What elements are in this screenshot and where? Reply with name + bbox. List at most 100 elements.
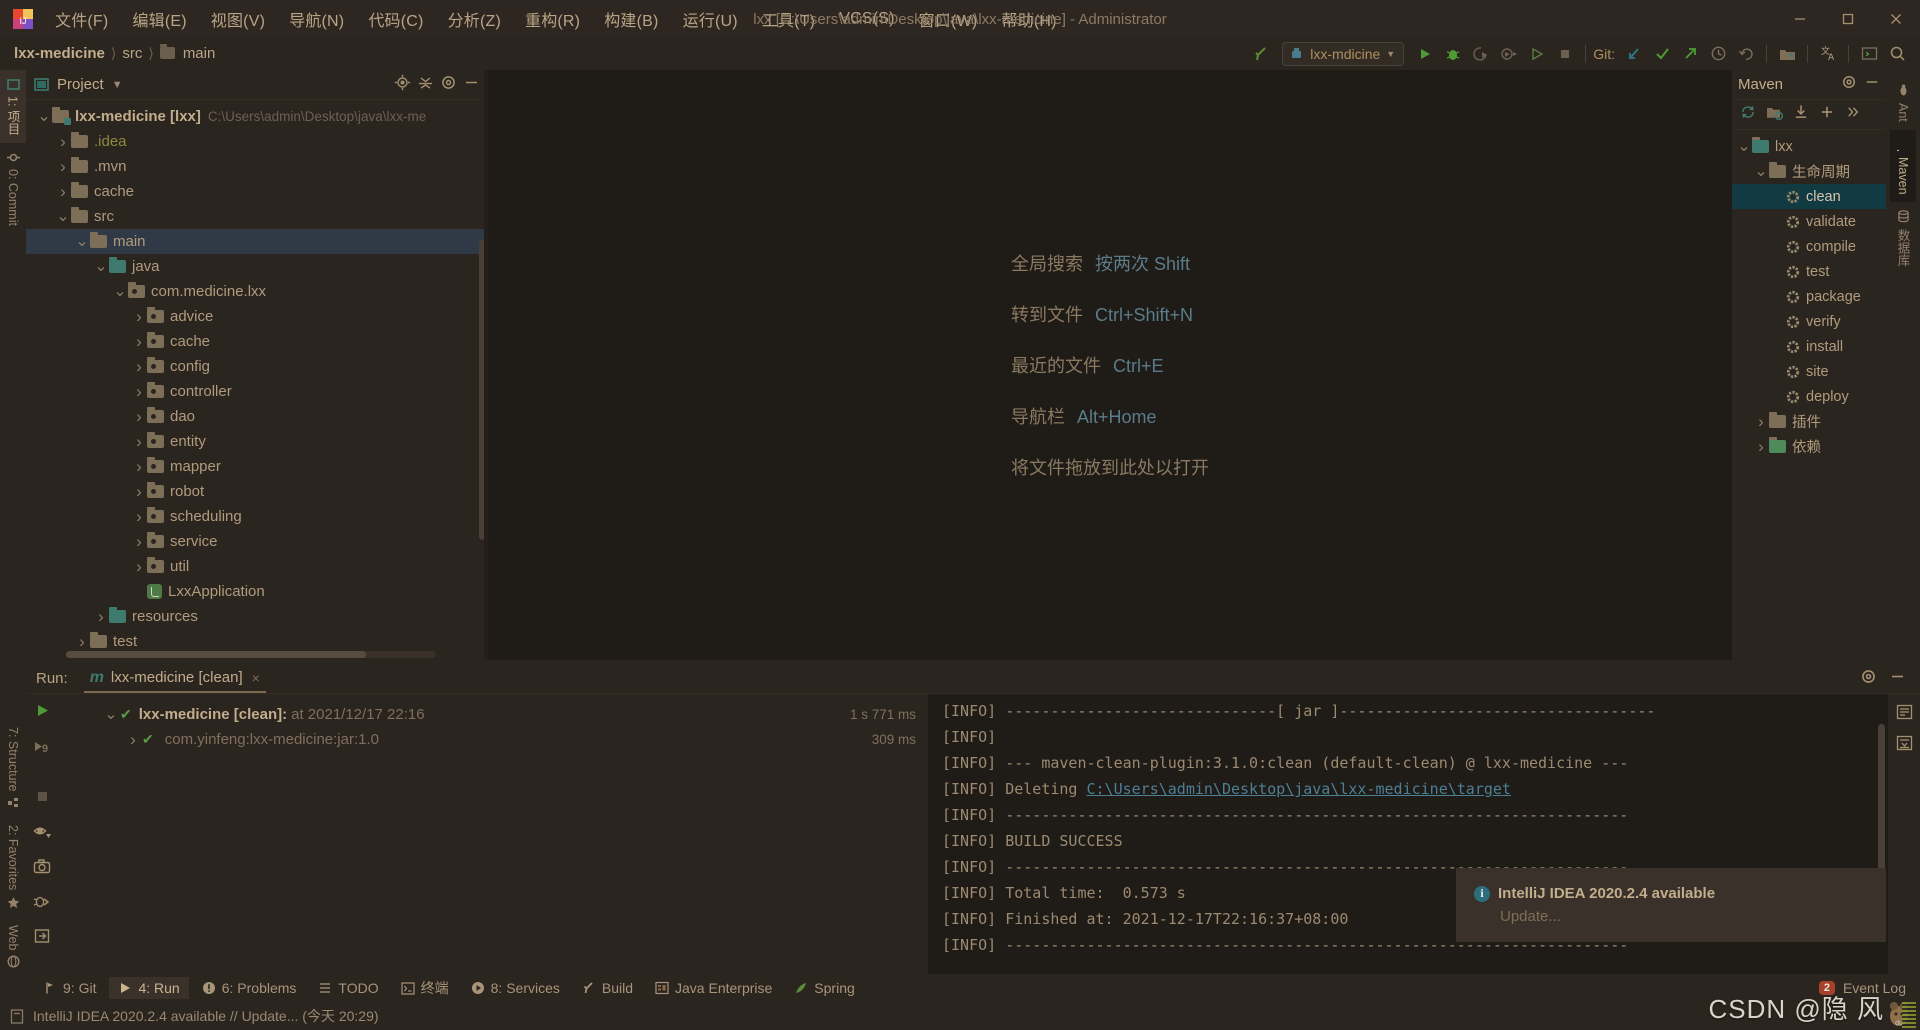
expand-arrow-right-icon[interactable]: › (1753, 437, 1769, 456)
project-tree-row[interactable]: ⌄ com.medicine.lxx (26, 279, 488, 304)
maximize-button[interactable] (1824, 0, 1872, 38)
run-tab-lxx-medicine-clean[interactable]: m lxx-medicine [clean] × (83, 664, 266, 693)
maven-tree-row[interactable]: verify (1732, 309, 1886, 334)
tool-tab-web[interactable]: Web (2, 917, 24, 976)
expand-arrow-down-icon[interactable]: ⌄ (112, 283, 128, 300)
close-button[interactable] (1872, 0, 1920, 38)
expand-arrow-right-icon[interactable]: › (131, 532, 147, 551)
maven-tree-row[interactable]: › 插件 (1732, 409, 1886, 434)
stop-button[interactable] (34, 788, 51, 810)
breadcrumb-src[interactable]: src (122, 45, 142, 62)
rerun-button[interactable] (34, 702, 51, 724)
tool-button-run[interactable]: 4: Run (109, 977, 189, 999)
attach-button[interactable] (1524, 41, 1550, 67)
download-sources-icon[interactable] (1793, 104, 1809, 125)
history-icon[interactable] (1705, 41, 1731, 67)
hide-icon[interactable] (463, 74, 480, 96)
close-icon[interactable]: × (252, 670, 260, 686)
run-configuration-selector[interactable]: lxx-mdicine ▼ (1282, 41, 1405, 66)
expand-arrow-right-icon[interactable]: › (131, 457, 147, 476)
collapse-all-icon[interactable] (417, 74, 434, 96)
notification-update-link[interactable]: Update... (1500, 908, 1886, 925)
editor-empty-area[interactable]: 全局搜索 按两次 Shift 转到文件 Ctrl+Shift+N 最近的文件 C… (488, 70, 1732, 660)
memory-indicator[interactable] (1902, 1002, 1916, 1030)
project-tree-row[interactable]: › dao (26, 404, 488, 429)
project-tree-row[interactable]: › .idea (26, 129, 488, 154)
rerun-failed-icon[interactable]: 9 (33, 738, 52, 760)
expand-arrow-right-icon[interactable]: › (131, 332, 147, 351)
project-tree-row[interactable]: › advice (26, 304, 488, 329)
project-tree-row[interactable]: › service (26, 529, 488, 554)
menu-item-edit[interactable]: 编辑(E) (121, 3, 197, 35)
debug-bug-icon[interactable] (33, 893, 51, 914)
tool-tab-database[interactable]: 数据库 (1888, 202, 1919, 275)
tool-button-java-enterprise[interactable]: Java Enterprise (646, 977, 781, 999)
expand-arrow-right-icon[interactable]: › (131, 382, 147, 401)
search-icon[interactable] (1884, 41, 1910, 67)
expand-arrow-right-icon[interactable]: › (131, 507, 147, 526)
menu-item-build[interactable]: 构建(B) (593, 3, 669, 35)
expand-arrow-down-icon[interactable]: ⌄ (1736, 138, 1752, 155)
menu-item-analyze[interactable]: 分析(Z) (437, 3, 512, 35)
menu-item-view[interactable]: 视图(V) (200, 3, 276, 35)
maven-tree-row[interactable]: ⌄ 生命周期 (1732, 159, 1886, 184)
project-structure-icon[interactable] (1774, 41, 1800, 67)
maven-tree-row[interactable]: › 依赖 (1732, 434, 1886, 459)
menu-item-refactor[interactable]: 重构(R) (514, 3, 591, 35)
tool-tab-project[interactable]: 1: 项目 (0, 70, 27, 143)
project-tree-row[interactable]: › scheduling (26, 504, 488, 529)
expand-arrow-down-icon[interactable]: ⌄ (55, 208, 71, 225)
project-tree-row[interactable]: LxxApplication (26, 579, 488, 604)
run-result-row[interactable]: ⌄ ✔ lxx-medicine [clean]: at 2021/12/17 22:… (58, 702, 928, 727)
project-tree-row[interactable]: › robot (26, 479, 488, 504)
project-tree-row[interactable]: › config (26, 354, 488, 379)
toggle-visibility-icon[interactable] (33, 824, 52, 845)
breadcrumb-main[interactable]: main (183, 45, 216, 62)
maven-tree-row[interactable]: ⌄ lxx (1732, 134, 1886, 159)
project-tree-row[interactable]: › cache (26, 329, 488, 354)
maven-tree-row[interactable]: install (1732, 334, 1886, 359)
status-bar-message[interactable]: IntelliJ IDEA 2020.2.4 available // Upda… (33, 1006, 379, 1026)
project-tree-row[interactable]: › entity (26, 429, 488, 454)
tool-tab-commit[interactable]: 0: Commit (2, 143, 24, 234)
expand-arrow-right-icon[interactable]: › (131, 357, 147, 376)
maven-tree-row[interactable]: validate (1732, 209, 1886, 234)
tool-button-spring[interactable]: Spring (785, 977, 863, 999)
more-icon[interactable] (1845, 104, 1861, 125)
hide-icon[interactable] (1889, 668, 1906, 690)
export-icon[interactable] (34, 928, 51, 949)
tool-button-problems[interactable]: 6: Problems (193, 977, 306, 999)
maven-tree-row[interactable]: deploy (1732, 384, 1886, 409)
expand-arrow-down-icon[interactable]: ⌄ (1753, 163, 1769, 180)
project-tree-scrollbar-horizontal[interactable] (66, 651, 436, 658)
project-tree-row[interactable]: ⌄ main (26, 229, 488, 254)
maven-tree-row[interactable]: clean (1732, 184, 1886, 209)
minimize-button[interactable] (1776, 0, 1824, 38)
gear-icon[interactable] (440, 74, 457, 96)
plus-icon[interactable] (1819, 104, 1835, 125)
gear-icon[interactable] (1860, 668, 1877, 690)
expand-arrow-down-icon[interactable]: ⌄ (74, 233, 90, 250)
expand-arrow-right-icon[interactable]: › (1753, 412, 1769, 431)
scroll-to-end-icon[interactable] (1896, 735, 1913, 756)
maven-tree-row[interactable]: test (1732, 259, 1886, 284)
profiler-icon[interactable] (1496, 41, 1522, 67)
expand-arrow-right-icon[interactable]: › (131, 307, 147, 326)
expand-arrow-down-icon[interactable]: ⌄ (102, 706, 120, 722)
chevron-down-icon[interactable]: ▼ (112, 79, 123, 91)
tool-button-services[interactable]: 8: Services (462, 977, 569, 999)
maven-tree-row[interactable]: site (1732, 359, 1886, 384)
expand-arrow-right-icon[interactable]: › (55, 182, 71, 201)
maven-tree-row[interactable]: compile (1732, 234, 1886, 259)
debug-button[interactable] (1440, 41, 1466, 67)
run-button[interactable] (1412, 41, 1438, 67)
locate-target-icon[interactable] (394, 74, 411, 96)
project-tree[interactable]: ⌄ lxx-medicine [lxx] C:\Users\admin\Deskto… (26, 100, 488, 660)
expand-arrow-right-icon[interactable]: › (131, 432, 147, 451)
menu-item-file[interactable]: 文件(F) (44, 3, 119, 35)
tool-tab-ant[interactable]: Ant (1890, 76, 1916, 130)
translate-icon[interactable]: 文 A (1815, 41, 1841, 67)
tool-button-build[interactable]: Build (573, 977, 642, 999)
tool-tab-maven[interactable]: m Maven (1890, 129, 1916, 203)
maven-tree-row[interactable]: package (1732, 284, 1886, 309)
